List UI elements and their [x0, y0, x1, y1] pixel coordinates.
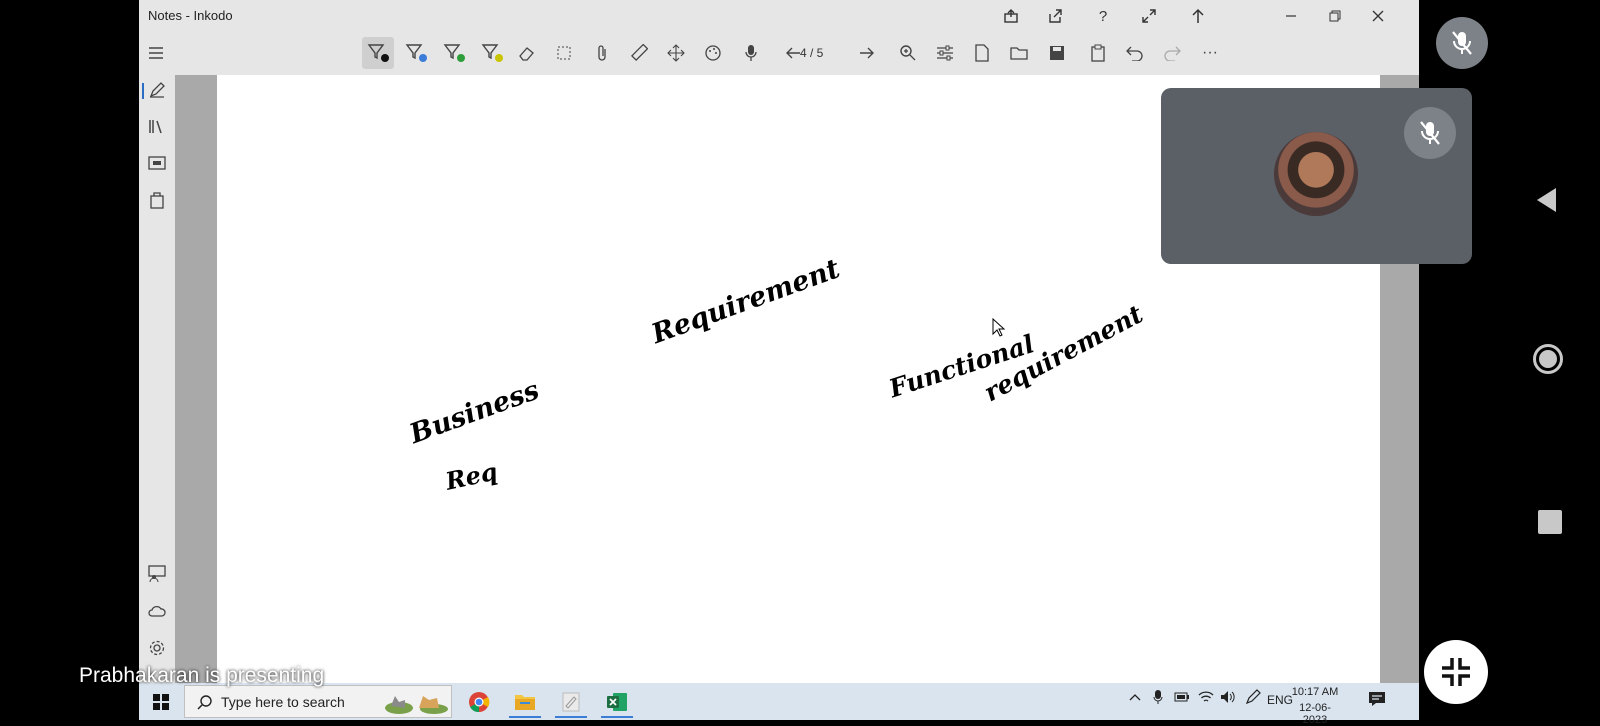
paste-icon[interactable]: [1082, 37, 1114, 69]
home-nav-icon[interactable]: [1533, 344, 1563, 374]
search-placeholder: Type here to search: [221, 694, 345, 710]
collapse-icon: [1442, 658, 1470, 686]
presenting-caption: Prabhakaran is presenting: [79, 664, 325, 687]
pen-green-tool[interactable]: [438, 37, 470, 69]
notifications-icon[interactable]: [1368, 691, 1386, 710]
back-nav-icon[interactable]: [1534, 186, 1562, 214]
pen-tab-icon[interactable]: [139, 75, 175, 105]
settings-sliders-icon[interactable]: [929, 37, 961, 69]
open-folder-icon[interactable]: [1003, 37, 1035, 69]
zoom-icon[interactable]: [892, 37, 924, 69]
wifi-icon[interactable]: [1198, 690, 1214, 707]
restore-window-icon[interactable]: [1315, 3, 1355, 29]
clock-time[interactable]: 10:17 AM: [1289, 686, 1341, 698]
pen-tray-icon[interactable]: [1245, 689, 1261, 708]
redo-icon[interactable]: [1156, 37, 1188, 69]
hamburger-menu-icon[interactable]: [140, 37, 172, 69]
share-icon[interactable]: [1035, 3, 1075, 29]
toolbar: ···: [139, 31, 1419, 75]
library-icon[interactable]: [139, 111, 175, 141]
undo-icon[interactable]: [1119, 37, 1151, 69]
taskbar-search-box[interactable]: Type here to search: [184, 685, 452, 718]
ruler-icon[interactable]: [623, 37, 655, 69]
title-bar: Notes - Inkodo ?: [139, 0, 1419, 31]
bag-icon[interactable]: [139, 185, 175, 215]
window-title: Notes - Inkodo: [148, 8, 233, 23]
slides-icon[interactable]: [139, 148, 175, 178]
participant-avatar: [1274, 132, 1358, 216]
windows-taskbar: Type here to search ENG 10:17 AM 12-06-2…: [139, 683, 1419, 726]
share-out-icon[interactable]: [991, 3, 1031, 29]
help-icon[interactable]: ?: [1083, 3, 1123, 29]
eraser-icon[interactable]: [511, 37, 543, 69]
select-region-icon[interactable]: [548, 37, 580, 69]
active-tab-indicator: [142, 83, 144, 99]
tray-chevron-icon[interactable]: [1129, 691, 1141, 705]
tray-microphone-icon[interactable]: [1153, 689, 1163, 708]
excel-app-icon[interactable]: [595, 685, 639, 718]
windows-start-icon[interactable]: [139, 685, 183, 718]
microphone-icon[interactable]: [735, 37, 767, 69]
search-highlight-illustration: [385, 696, 448, 714]
pen-blue-tool[interactable]: [400, 37, 432, 69]
mouse-cursor-icon: [992, 318, 1006, 337]
clock-date[interactable]: 12-06-2023: [1289, 702, 1341, 726]
exit-fullscreen-button[interactable]: [1424, 640, 1488, 704]
new-page-icon[interactable]: [966, 37, 998, 69]
more-options-icon[interactable]: ···: [1194, 37, 1226, 69]
participant-muted-icon: [1404, 107, 1456, 159]
chrome-app-icon[interactable]: [457, 685, 501, 718]
move-icon[interactable]: [660, 37, 692, 69]
ink-word-requirement: Requirement: [647, 253, 845, 351]
page-indicator: 4 / 5: [800, 46, 824, 60]
save-icon[interactable]: [1041, 37, 1073, 69]
cloud-icon[interactable]: [139, 596, 175, 626]
next-page-icon[interactable]: [851, 37, 883, 69]
file-explorer-app-icon[interactable]: [503, 685, 547, 718]
notes-app-icon[interactable]: [549, 685, 593, 718]
fullscreen-icon[interactable]: [1129, 3, 1169, 29]
volume-icon[interactable]: [1220, 690, 1236, 707]
left-rail: [139, 75, 175, 690]
search-icon: [197, 695, 212, 710]
attachment-icon[interactable]: [586, 37, 618, 69]
recents-nav-icon[interactable]: [1538, 510, 1562, 534]
ink-word-business-req: Req: [442, 456, 500, 496]
pen-yellow-tool[interactable]: [476, 37, 508, 69]
minimize-window-icon[interactable]: [1271, 3, 1311, 29]
palette-icon[interactable]: [697, 37, 729, 69]
ink-word-business: Business: [405, 374, 544, 451]
mic-muted-button[interactable]: [1436, 17, 1488, 69]
pen-black-tool[interactable]: [362, 37, 394, 69]
settings-gear-icon[interactable]: [139, 633, 175, 663]
arrow-up-icon[interactable]: [1178, 3, 1218, 29]
battery-icon[interactable]: [1174, 691, 1190, 706]
participant-video-tile[interactable]: [1161, 88, 1472, 264]
presenter-icon[interactable]: [139, 559, 175, 589]
close-window-icon[interactable]: [1358, 3, 1398, 29]
